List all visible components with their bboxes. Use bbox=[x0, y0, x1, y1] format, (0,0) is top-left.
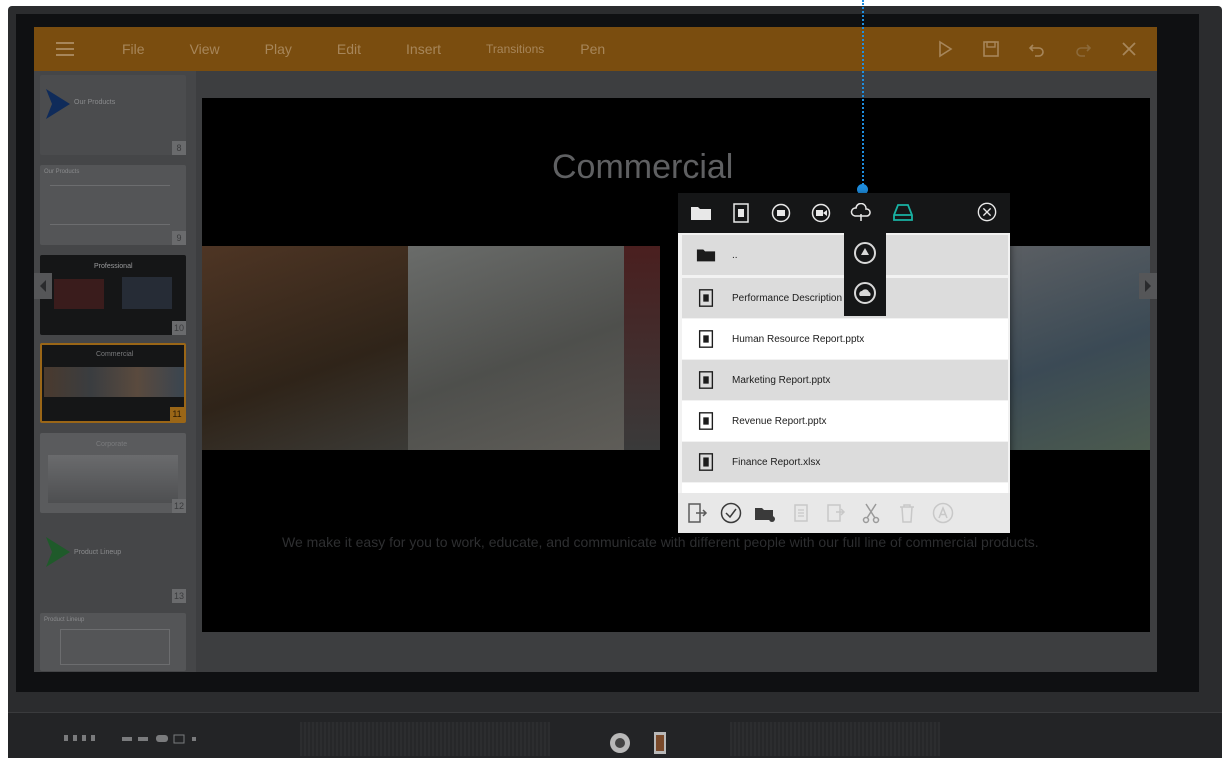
thumbnail-diagram bbox=[60, 629, 170, 665]
thumbnail-label: Product Lineup bbox=[44, 617, 85, 623]
callout-line bbox=[862, 0, 864, 188]
thumbnail-label: Professional bbox=[94, 263, 133, 270]
list-item-label: Marketing Report.pptx bbox=[732, 374, 831, 386]
power-button-icon[interactable] bbox=[609, 732, 631, 754]
google-drive-icon[interactable] bbox=[854, 242, 876, 264]
document-icon bbox=[698, 412, 714, 430]
video-icon[interactable] bbox=[810, 203, 832, 223]
thumbnail-image bbox=[122, 277, 172, 309]
chevron-left-icon[interactable] bbox=[34, 273, 52, 299]
slide-body-text[interactable]: We make it easy for you to work, educate… bbox=[282, 532, 1042, 552]
menu-pen[interactable]: Pen bbox=[580, 41, 605, 57]
slide-thumbnail[interactable]: Product Lineup bbox=[40, 613, 186, 671]
list-item[interactable]: Revenue Report.pptx bbox=[682, 401, 1008, 441]
thumbnail-label: Our Products bbox=[74, 99, 116, 106]
list-item-partial[interactable] bbox=[682, 483, 1008, 493]
thumbnail-diagram bbox=[50, 185, 170, 225]
close-icon[interactable] bbox=[1119, 39, 1139, 59]
slide-number: 8 bbox=[172, 141, 186, 155]
slide-thumbnail[interactable]: Our Products 8 bbox=[40, 75, 186, 155]
redo-icon[interactable] bbox=[1073, 39, 1093, 59]
folder-icon bbox=[696, 249, 716, 262]
list-item-label: Revenue Report.pptx bbox=[732, 415, 827, 427]
thumbnail-label: Corporate bbox=[96, 441, 128, 448]
hamburger-icon[interactable] bbox=[34, 27, 96, 71]
folder-icon[interactable] bbox=[690, 203, 712, 223]
spreadsheet-icon bbox=[698, 453, 714, 471]
photo-office bbox=[408, 246, 624, 450]
save-icon[interactable] bbox=[981, 39, 1001, 59]
new-folder-icon[interactable] bbox=[754, 502, 776, 524]
list-item-label: Finance Report.xlsx bbox=[732, 456, 821, 468]
thumbnail-label: Our Products bbox=[44, 169, 80, 175]
slide-thumbnail-panel[interactable]: Our Products 8 Our Products 9 Profession… bbox=[34, 71, 196, 672]
slide-number: 12 bbox=[172, 499, 186, 513]
speaker-grille-left bbox=[300, 722, 550, 756]
file-source-tabs bbox=[678, 193, 1010, 233]
image-icon[interactable] bbox=[770, 203, 792, 223]
list-item-label: Human Resource Report.pptx bbox=[732, 333, 865, 345]
slide-number: 10 bbox=[172, 321, 186, 335]
photo-restaurant bbox=[202, 246, 408, 450]
undo-icon[interactable] bbox=[1027, 39, 1047, 59]
rename-icon[interactable] bbox=[932, 502, 954, 524]
thumbnail-label: Product Lineup bbox=[74, 549, 122, 556]
slide-thumbnail[interactable]: Corporate 12 bbox=[40, 433, 186, 513]
close-circle-icon[interactable] bbox=[976, 202, 998, 222]
menu-play[interactable]: Play bbox=[265, 41, 292, 57]
io-ports bbox=[64, 734, 196, 744]
list-item-label: Performance Description bbox=[732, 292, 843, 304]
document-icon bbox=[698, 371, 714, 389]
slide-number: 9 bbox=[172, 231, 186, 245]
copy-icon[interactable] bbox=[790, 502, 812, 524]
thumbnail-image bbox=[54, 279, 104, 309]
slide-thumbnail[interactable]: Product Lineup 13 bbox=[40, 523, 186, 603]
menu-transitions[interactable]: Transitions bbox=[486, 42, 544, 56]
paste-icon[interactable] bbox=[824, 502, 846, 524]
file-actions-bar bbox=[678, 493, 1010, 533]
cloud-source-menu bbox=[844, 232, 886, 316]
onedrive-icon[interactable] bbox=[854, 282, 876, 304]
brand-chevron-icon bbox=[46, 89, 70, 119]
cut-icon[interactable] bbox=[860, 502, 882, 524]
slide-thumbnail[interactable]: Our Products 9 bbox=[40, 165, 186, 245]
thumbnail-image bbox=[48, 455, 178, 503]
slide-thumbnail[interactable]: Professional 10 bbox=[40, 255, 186, 335]
menu-edit[interactable]: Edit bbox=[337, 41, 361, 57]
list-item[interactable]: Human Resource Report.pptx bbox=[682, 319, 1008, 359]
slide-title[interactable]: Commercial bbox=[552, 148, 733, 187]
thumbnail-label: Commercial bbox=[96, 351, 134, 358]
menu-view[interactable]: View bbox=[190, 41, 220, 57]
toolbar-right-actions bbox=[935, 27, 1139, 71]
brand-chevron-icon bbox=[46, 537, 70, 567]
play-icon[interactable] bbox=[935, 39, 955, 59]
cloud-icon[interactable] bbox=[850, 203, 872, 223]
list-item-label: .. bbox=[732, 249, 738, 261]
select-icon[interactable] bbox=[720, 502, 742, 524]
drive-icon[interactable] bbox=[892, 203, 914, 223]
photo-retail bbox=[624, 246, 660, 450]
thumbnail-image bbox=[44, 367, 184, 397]
speaker-grille-right bbox=[730, 722, 940, 756]
slide-thumbnail-selected[interactable]: Commercial 11 bbox=[40, 343, 186, 423]
sensor-icon bbox=[654, 732, 666, 754]
menu-file[interactable]: File bbox=[122, 41, 145, 57]
slide-number: 13 bbox=[172, 589, 186, 603]
document-icon[interactable] bbox=[730, 203, 752, 223]
document-icon bbox=[698, 289, 714, 307]
list-item[interactable]: Finance Report.xlsx bbox=[682, 442, 1008, 482]
exit-icon[interactable] bbox=[686, 502, 708, 524]
delete-icon[interactable] bbox=[896, 502, 918, 524]
top-toolbar: File View Play Edit Insert Transitions P… bbox=[34, 27, 1157, 71]
menu-insert[interactable]: Insert bbox=[406, 41, 441, 57]
slide-number: 11 bbox=[170, 407, 184, 421]
chevron-right-icon[interactable] bbox=[1139, 273, 1157, 299]
document-icon bbox=[698, 330, 714, 348]
list-item[interactable]: Marketing Report.pptx bbox=[682, 360, 1008, 400]
